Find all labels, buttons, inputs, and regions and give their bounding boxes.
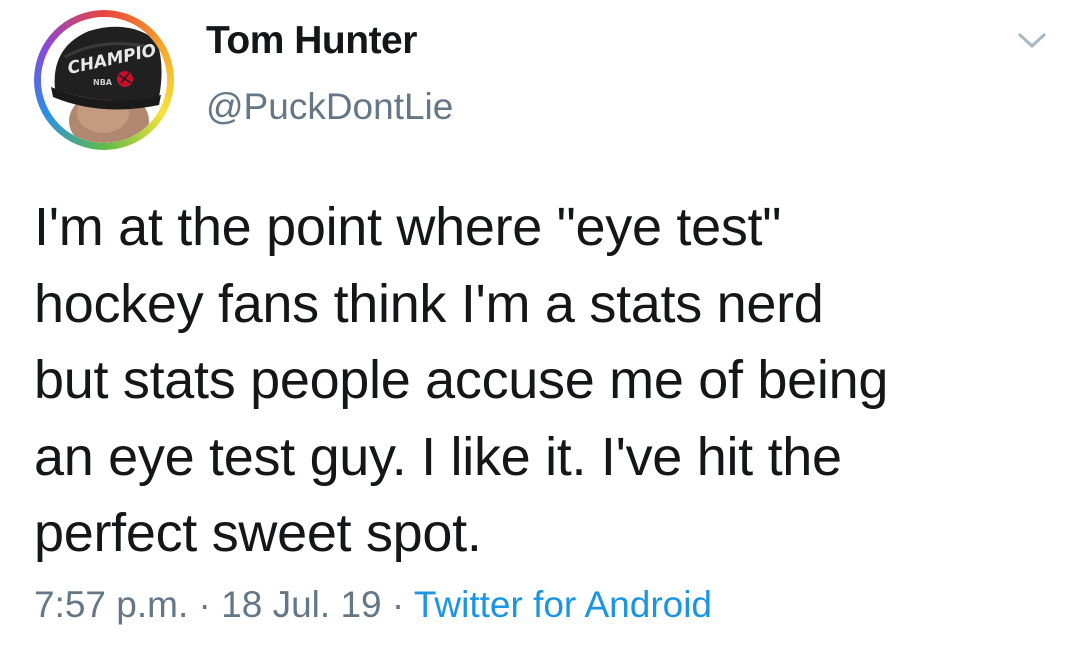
cap-logo-text: NBA <box>93 78 113 87</box>
chevron-down-icon <box>1018 33 1046 48</box>
tweet-line: hockey fans think I'm a stats nerd <box>34 273 824 334</box>
meta-separator: · <box>381 584 414 625</box>
tweet-date[interactable]: 18 Jul. 19 <box>221 584 381 625</box>
tweet-metadata: 7:57 p.m. · 18 Jul. 19 · Twitter for And… <box>34 584 712 626</box>
avatar-image: CHAMPIO NBA <box>41 17 167 143</box>
tweet-time[interactable]: 7:57 p.m. <box>34 584 188 625</box>
meta-separator: · <box>188 584 222 625</box>
user-display-name[interactable]: Tom Hunter <box>206 19 417 63</box>
tweet-line: but stats people accuse me of being <box>34 350 889 410</box>
tweet-line: an eye test guy. I like it. I've hit the <box>34 426 842 487</box>
user-handle[interactable]: @PuckDontLie <box>206 86 453 128</box>
avatar[interactable]: CHAMPIO NBA <box>34 10 174 150</box>
tweet-source-link[interactable]: Twitter for Android <box>414 584 712 625</box>
tweet-line: perfect sweet spot. <box>34 503 482 563</box>
more-options-button[interactable] <box>1014 26 1050 54</box>
avatar-photo: CHAMPIO NBA <box>41 17 167 143</box>
tweet-line: I'm at the point where "eye test" <box>34 197 782 257</box>
tweet-text: I'm at the point where "eye test" hockey… <box>34 189 1054 572</box>
